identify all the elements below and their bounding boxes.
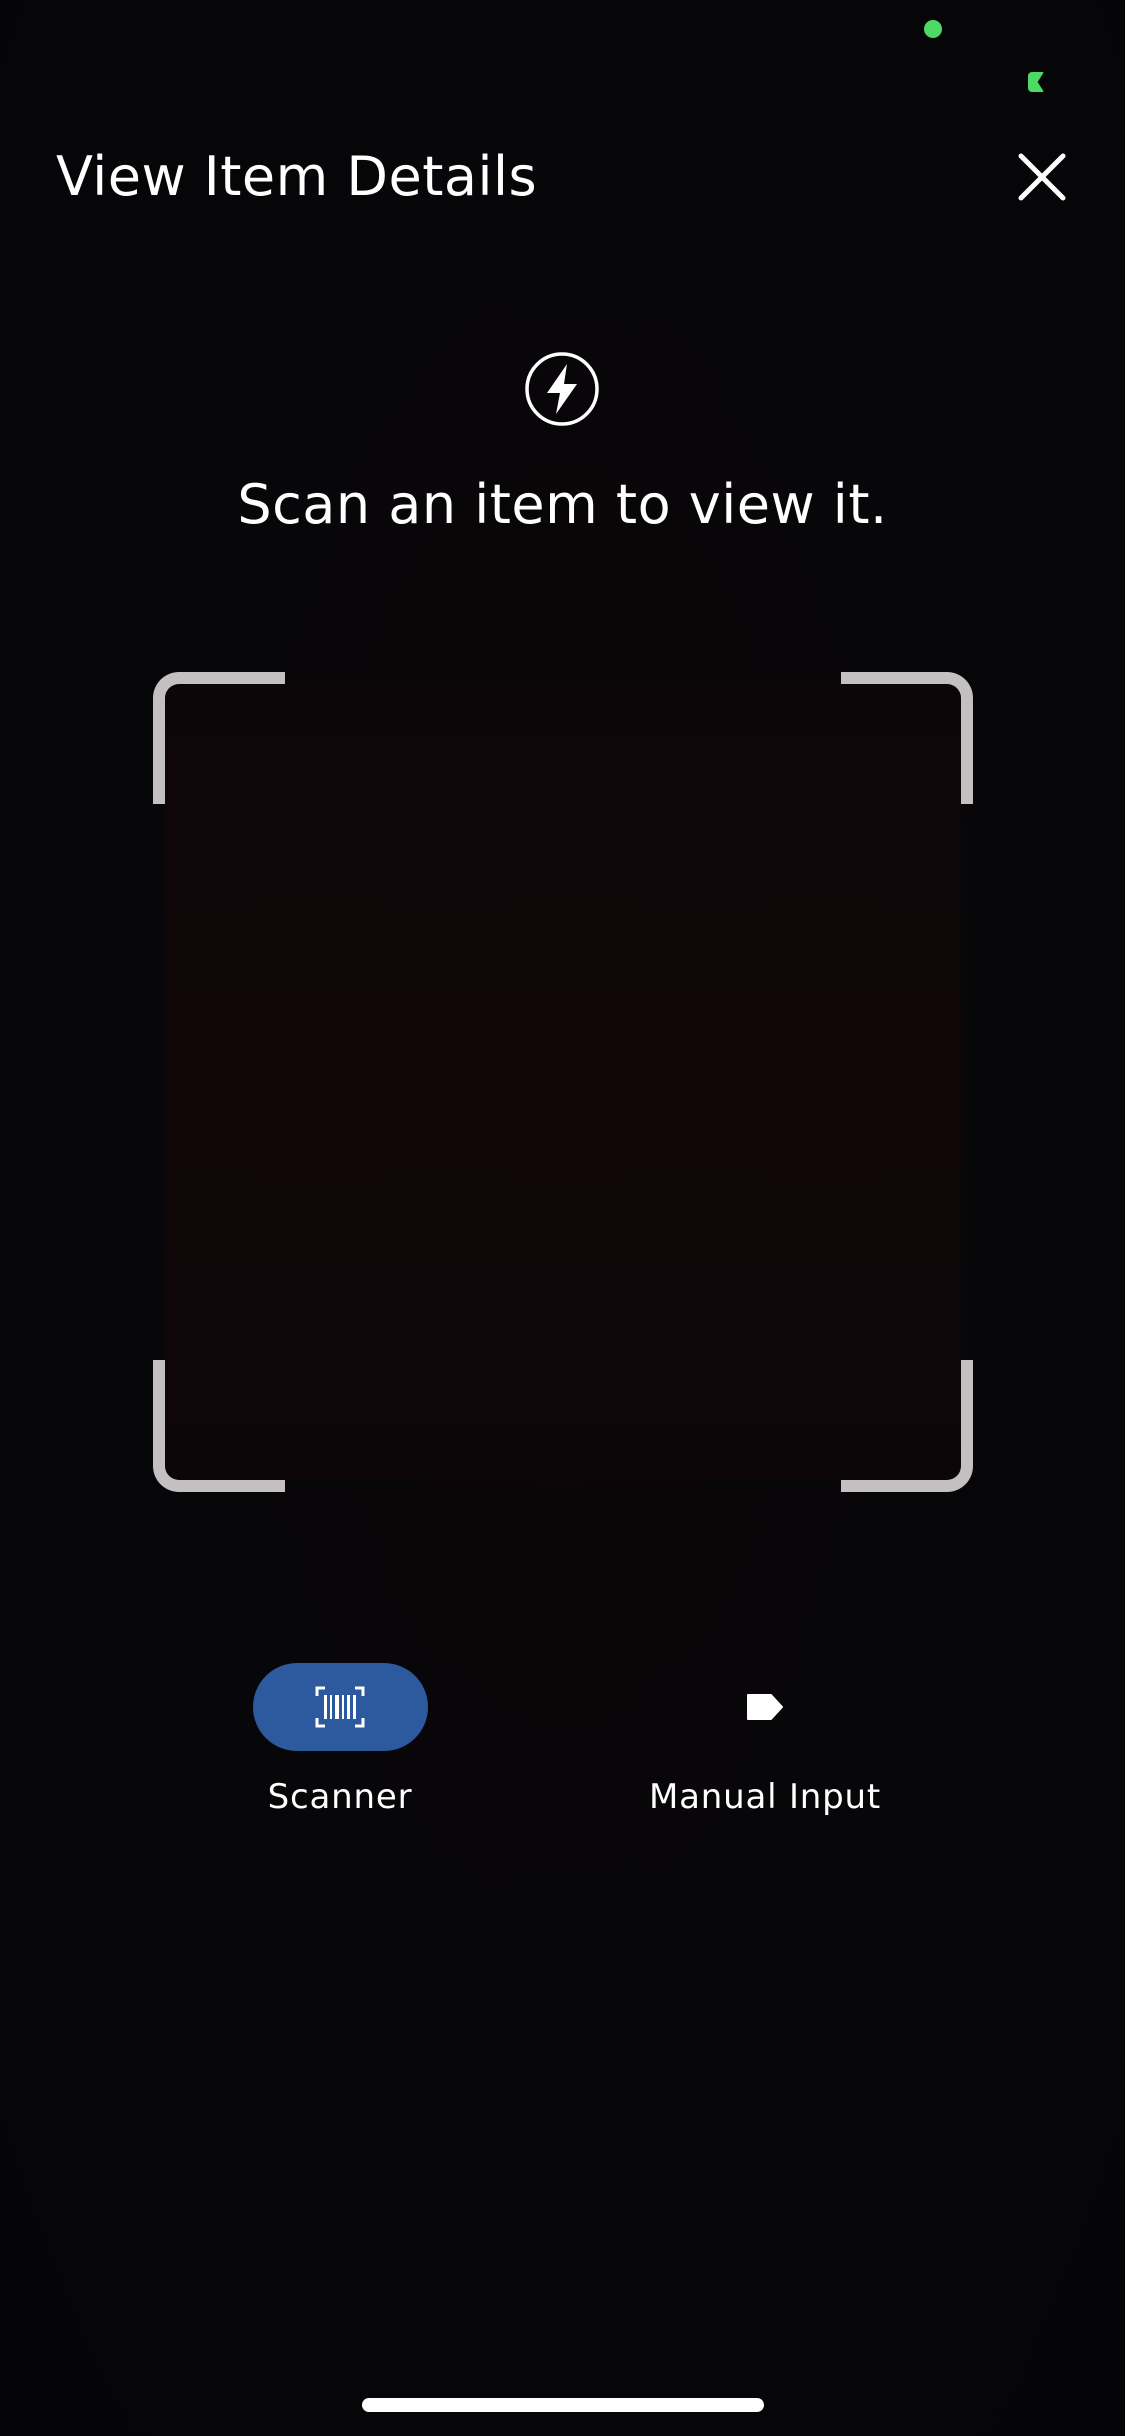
flash-toggle-button[interactable]	[523, 350, 601, 428]
tab-manual-input-label: Manual Input	[649, 1777, 881, 1817]
tab-scanner[interactable]: Scanner	[180, 1663, 500, 1817]
scan-frame-corner-bottom-left	[153, 1360, 285, 1492]
scan-instruction: Scan an item to view it.	[237, 473, 888, 536]
scanner-screen: View Item Details Scan an item to view i…	[0, 0, 1125, 2436]
tab-scanner-label: Scanner	[267, 1777, 413, 1817]
status-indicator-icon	[1028, 72, 1044, 92]
scan-frame-corner-top-left	[153, 672, 285, 804]
tab-manual-input-pill	[678, 1663, 853, 1751]
barcode-icon	[315, 1686, 365, 1728]
close-icon	[1018, 153, 1066, 201]
tab-scanner-pill	[252, 1663, 428, 1751]
page-title: View Item Details	[56, 145, 538, 208]
home-indicator[interactable]	[362, 2398, 764, 2412]
mic-in-use-indicator	[924, 20, 942, 38]
flash-icon	[525, 352, 599, 426]
tab-manual-input[interactable]: Manual Input	[605, 1663, 925, 1817]
tag-icon	[747, 1694, 783, 1720]
scan-frame	[153, 672, 973, 1492]
close-button[interactable]	[1010, 145, 1074, 209]
scan-frame-corner-top-right	[841, 672, 973, 804]
scan-frame-corner-bottom-right	[841, 1360, 973, 1492]
